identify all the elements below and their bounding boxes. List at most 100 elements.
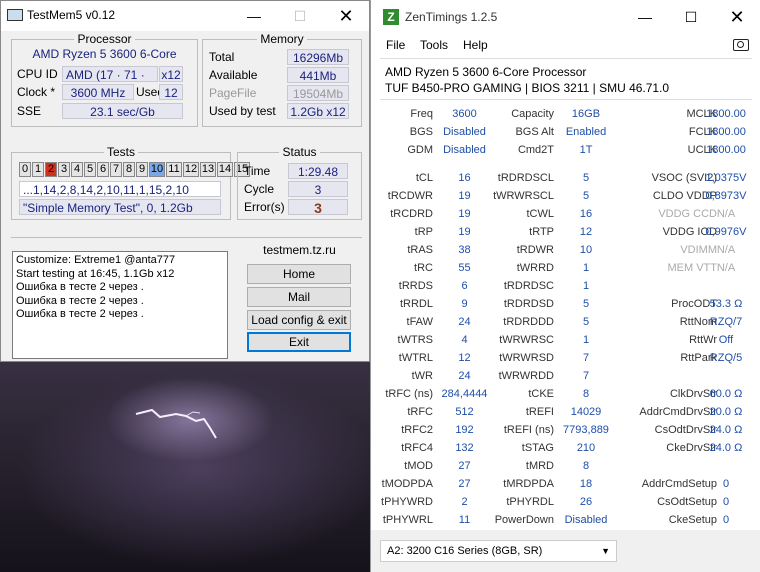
timing-label: tMOD <box>404 460 433 472</box>
voltage-value: RZQ/5 <box>709 352 743 364</box>
close-button[interactable]: ✕ <box>323 1 369 31</box>
home-button[interactable]: Home <box>247 264 351 284</box>
log-line: Customize: Extreme1 @anta777 <box>16 254 176 266</box>
timing-value: Disabled <box>443 144 486 156</box>
mail-button[interactable]: Mail <box>247 287 351 307</box>
timing-value: 3600 <box>452 108 477 120</box>
timing-value: 5 <box>582 298 590 310</box>
timing-label: tRCDRD <box>390 208 433 220</box>
voltage-value: 24.0 Ω <box>709 442 743 454</box>
timing-label: tRC <box>414 262 433 274</box>
errors-label: Error(s) <box>244 200 285 214</box>
timing-value: 18 <box>579 478 593 490</box>
timing-label: tWTRS <box>397 334 433 346</box>
processor-name: AMD Ryzen 5 3600 6-Core <box>32 47 177 61</box>
timing-label: tSTAG <box>521 442 554 454</box>
close-button[interactable]: ✕ <box>714 2 760 32</box>
timing-value: 7 <box>582 352 590 364</box>
test-cell: 10 <box>149 162 165 177</box>
test-cell: 13 <box>200 162 216 177</box>
maximize-button[interactable]: ☐ <box>277 1 323 31</box>
sse-label: SSE <box>17 104 42 118</box>
timing-label: tCWL <box>526 208 555 220</box>
timing-label: tMRD <box>525 460 554 472</box>
test-cell: 8 <box>123 162 135 177</box>
zentimings-titlebar[interactable]: Z ZenTimings 1.2.5 — ☐ ✕ <box>371 0 760 34</box>
usedby-value: 1.2Gb x12 <box>287 103 349 119</box>
voltage-value: 20.0 Ω <box>709 406 743 418</box>
timing-label: BGS Alt <box>515 126 554 138</box>
timing-value: 5 <box>582 172 590 184</box>
timing-value: Disabled <box>564 514 608 526</box>
time-value: 1:29.48 <box>288 163 348 179</box>
voltage-value: 0,8973V <box>705 190 747 202</box>
log-box[interactable]: Customize: Extreme1 @anta777 Start testi… <box>12 251 228 359</box>
test-cell: 5 <box>84 162 96 177</box>
timing-value: 210 <box>576 442 596 454</box>
voltage-value: 0,9976V <box>705 226 747 238</box>
voltage-value: 0 <box>722 514 730 526</box>
cpuid-value: AMD (17 · 71 · 0) <box>62 66 158 98</box>
clock-value: 3600 MHz <box>62 84 134 100</box>
timing-label: tRFC4 <box>401 442 433 454</box>
dimm-select-value: A2: 3200 C16 Series (8GB, SR) <box>387 545 543 557</box>
timing-value: 512 <box>455 406 474 418</box>
testmem-window: TestMem5 v0.12 — ☐ ✕ Processor AMD Ryzen… <box>0 0 370 362</box>
testmem-titlebar[interactable]: TestMem5 v0.12 — ☐ ✕ <box>1 1 369 31</box>
load-config-button[interactable]: Load config & exit <box>247 310 351 330</box>
memory-title: Memory <box>257 32 307 46</box>
exit-button[interactable]: Exit <box>247 332 351 352</box>
timing-label: tPHYRDL <box>506 496 554 508</box>
voltage-value: N/A <box>716 262 736 274</box>
timing-value: 27 <box>458 478 471 490</box>
memory-group: Memory Total 16296Mb Available 441Mb Pag… <box>202 32 362 127</box>
voltage-value: 60.0 Ω <box>709 388 743 400</box>
minimize-button[interactable]: — <box>231 1 277 31</box>
voltage-value: 0 <box>722 478 730 490</box>
timing-label: tRTP <box>529 226 554 238</box>
timing-value: 27 <box>458 460 471 472</box>
timing-value: 1800.00 <box>706 108 746 120</box>
timing-label: tRDRDSCL <box>497 172 554 184</box>
voltage-value: 24.0 Ω <box>709 424 743 436</box>
timing-value: 4 <box>461 334 468 346</box>
zentimings-logo-icon: Z <box>383 9 399 25</box>
test-cell: 3 <box>58 162 70 177</box>
clock-label: Clock * <box>17 85 56 99</box>
menu-file[interactable]: File <box>386 38 405 52</box>
timing-value: 10 <box>579 244 593 256</box>
processor-title: Processor <box>74 32 135 46</box>
timing-value: 192 <box>455 424 474 436</box>
zentimings-window: Z ZenTimings 1.2.5 — ☐ ✕ File Tools Help… <box>370 0 760 572</box>
processor-group: Processor AMD Ryzen 5 3600 6-Core CPU ID… <box>11 32 198 127</box>
menu-help[interactable]: Help <box>463 38 488 52</box>
timing-value: 6 <box>461 280 468 292</box>
menu-tools[interactable]: Tools <box>420 38 448 52</box>
cycle-value: 3 <box>288 181 348 197</box>
timing-label: tREFI (ns) <box>503 424 554 436</box>
timing-label: tRAS <box>407 244 433 256</box>
minimize-button[interactable]: — <box>622 2 668 32</box>
tests-sequence: ...1,14,2,8,14,2,10,11,1,15,2,10 <box>19 181 221 197</box>
timing-value: 16GB <box>571 108 601 120</box>
timing-label: GDM <box>407 144 433 156</box>
timing-value: 132 <box>455 442 474 454</box>
time-label: Time <box>244 164 271 178</box>
timing-label: tWRWRSCL <box>493 190 554 202</box>
camera-icon[interactable] <box>733 39 749 51</box>
cycle-label: Cycle <box>244 182 275 196</box>
maximize-button[interactable]: ☐ <box>668 2 714 32</box>
timing-value: 16 <box>458 172 471 184</box>
test-cell: 14 <box>217 162 233 177</box>
dimm-select[interactable]: A2: 3200 C16 Series (8GB, SR) ▼ <box>380 540 617 562</box>
timing-value: 38 <box>458 244 471 256</box>
timing-value: 8 <box>582 460 590 472</box>
test-cell: 6 <box>97 162 109 177</box>
timing-value: 284,4444 <box>441 388 488 400</box>
errors-value: 3 <box>288 199 348 216</box>
timing-label: tRP <box>414 226 433 238</box>
test-cell: 12 <box>183 162 199 177</box>
timing-value: 1 <box>582 262 590 274</box>
timing-label: tPHYWRD <box>381 496 433 508</box>
timing-value: 8 <box>582 388 590 400</box>
